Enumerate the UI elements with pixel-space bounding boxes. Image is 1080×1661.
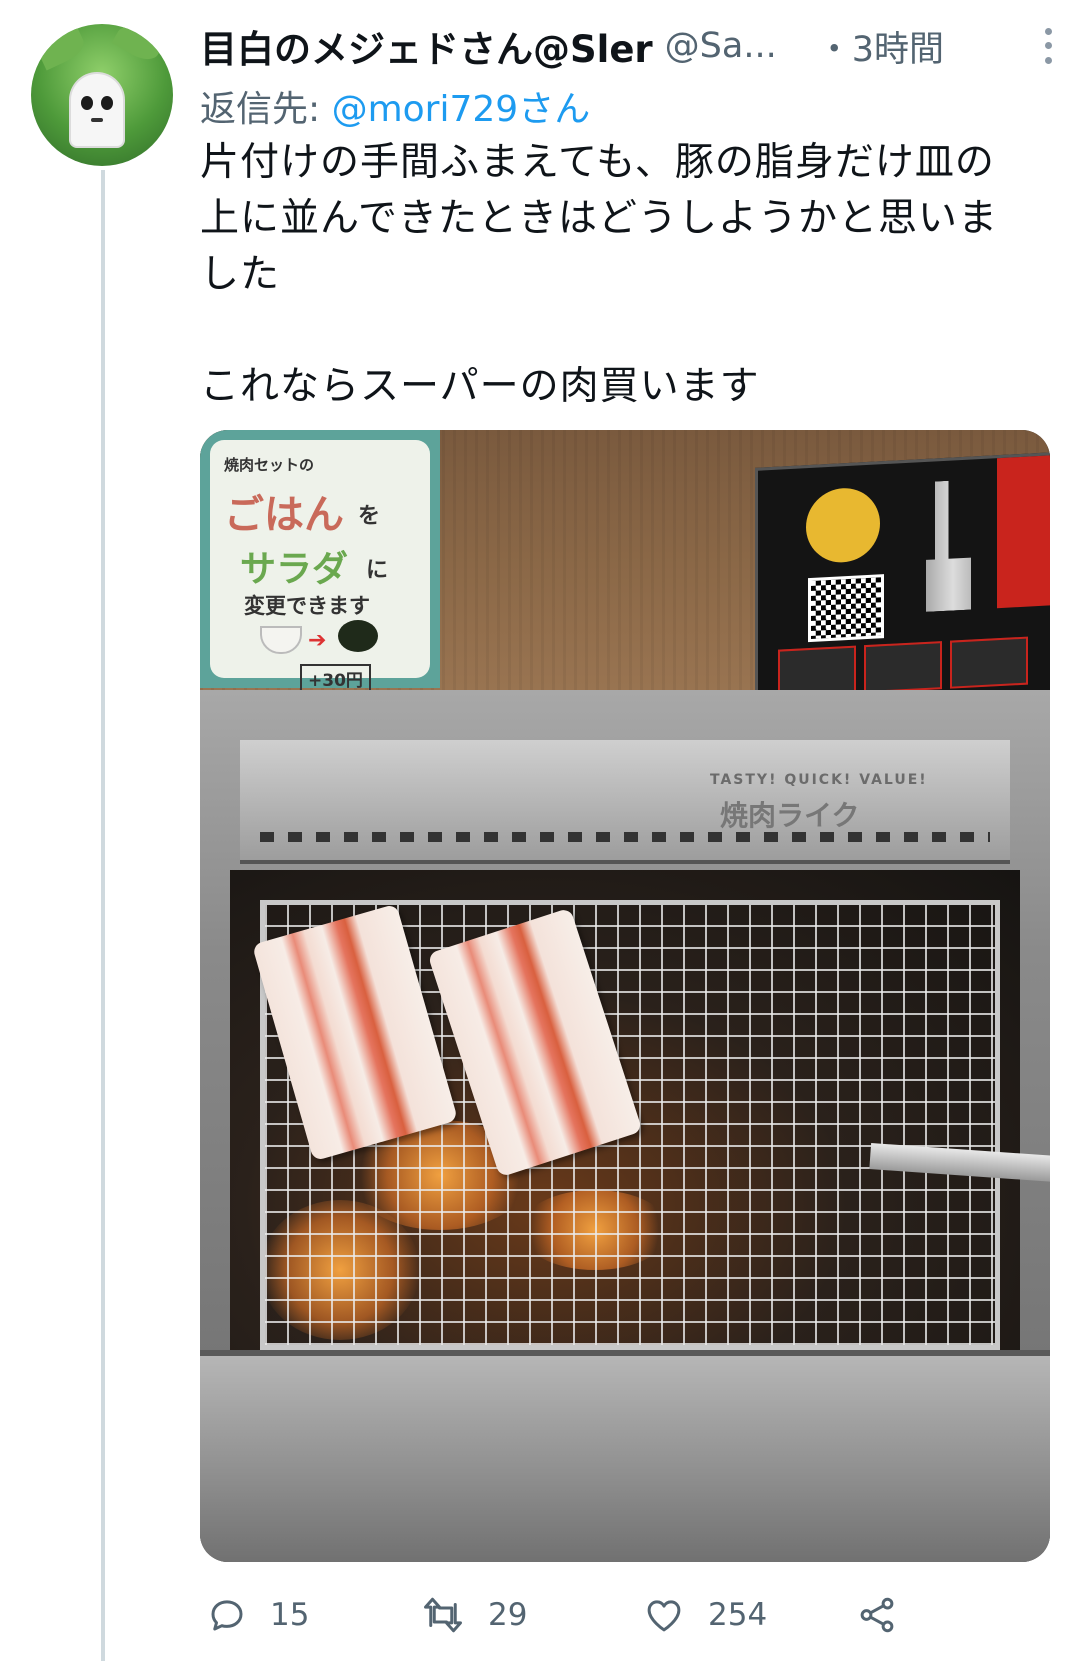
- avatar-leaf: [35, 27, 89, 71]
- tweet-time[interactable]: ・3時間: [817, 21, 944, 72]
- reply-to-mention[interactable]: @mori729さん: [332, 89, 591, 130]
- avatar-ghost: [71, 74, 123, 146]
- tweet-text: 片付けの手間ふまえても、豚の脂身だけ皿の 上に並んできたときはどうしようかと思い…: [200, 135, 1050, 415]
- poster-small-text: 焼肉セットの: [224, 456, 315, 474]
- tweet-text-line: これならスーパーの肉買います: [200, 364, 760, 409]
- poster-price: +30円: [300, 664, 371, 693]
- grill-logo: 焼肉ライク: [720, 799, 860, 832]
- like-count: 254: [708, 1597, 768, 1633]
- retweet-button[interactable]: 29: [420, 1594, 527, 1636]
- share-icon: [860, 1597, 894, 1633]
- tweet-photo[interactable]: 焼肉セットの ごはん を サラダ に 変更できます ➔ +30円 TASTY! …: [200, 430, 1050, 1562]
- avatar-eye: [101, 96, 113, 110]
- reply-count: 15: [270, 1597, 310, 1633]
- retweet-icon: [424, 1597, 462, 1633]
- photo-grill-back: TASTY! QUICK! VALUE! 焼肉ライク: [240, 740, 1010, 864]
- more-icon[interactable]: [1036, 24, 1060, 68]
- photo-poster-qr: [755, 452, 1050, 714]
- photo-poster-rice: 焼肉セットの ごはん を サラダ に 変更できます ➔ +30円: [200, 430, 440, 693]
- poster-wo-text: を: [358, 504, 381, 529]
- thread-line: [101, 170, 105, 1661]
- retweet-count: 29: [488, 1597, 528, 1633]
- reply-button[interactable]: 15: [206, 1594, 309, 1636]
- avatar[interactable]: [31, 24, 173, 166]
- reply-to: 返信先: @mori729さん: [200, 80, 590, 132]
- tweet-text-line: 片付けの手間ふまえても、豚の脂身だけ皿の: [200, 140, 995, 185]
- avatar-leaf: [111, 24, 165, 66]
- avatar-mouth: [91, 118, 103, 122]
- poster-info-boxes: [778, 636, 1028, 698]
- poster-qr-badge: [806, 486, 880, 565]
- poster-rice-bowl: [260, 626, 302, 654]
- reply-to-prefix: 返信先:: [200, 89, 332, 130]
- poster-change-text: 変更できます: [244, 594, 370, 618]
- grill-label: TASTY! QUICK! VALUE!: [710, 772, 928, 788]
- tweet-header: 目白のメジェドさん@Sler @Sa... ・3時間: [200, 18, 1060, 74]
- user-handle[interactable]: @Sa...: [665, 26, 777, 66]
- poster-ni-text: に: [366, 558, 389, 583]
- poster-arrow-icon: ➔: [308, 628, 327, 653]
- tweet-text-line: した: [200, 252, 281, 297]
- avatar-eye: [81, 96, 93, 110]
- poster-beer-tap: [908, 478, 998, 613]
- poster-salad-text: サラダ: [240, 549, 349, 590]
- poster-gohan-text: ごはん: [224, 492, 344, 538]
- tweet-text-line: 上に並んできたときはどうしようかと思いま: [200, 196, 999, 241]
- poster-qr-code: [808, 574, 884, 643]
- poster-salad-bowl: [338, 620, 378, 652]
- like-button[interactable]: 254: [642, 1594, 767, 1636]
- poster-red-banner: [997, 455, 1050, 609]
- photo-grill-front: [200, 1350, 1050, 1562]
- display-name[interactable]: 目白のメジェドさん@Sler: [200, 19, 653, 73]
- tweet-actions: 15 29 254: [200, 1590, 1050, 1640]
- reply-icon: [211, 1600, 243, 1631]
- like-icon: [647, 1600, 681, 1632]
- share-button[interactable]: [856, 1594, 898, 1636]
